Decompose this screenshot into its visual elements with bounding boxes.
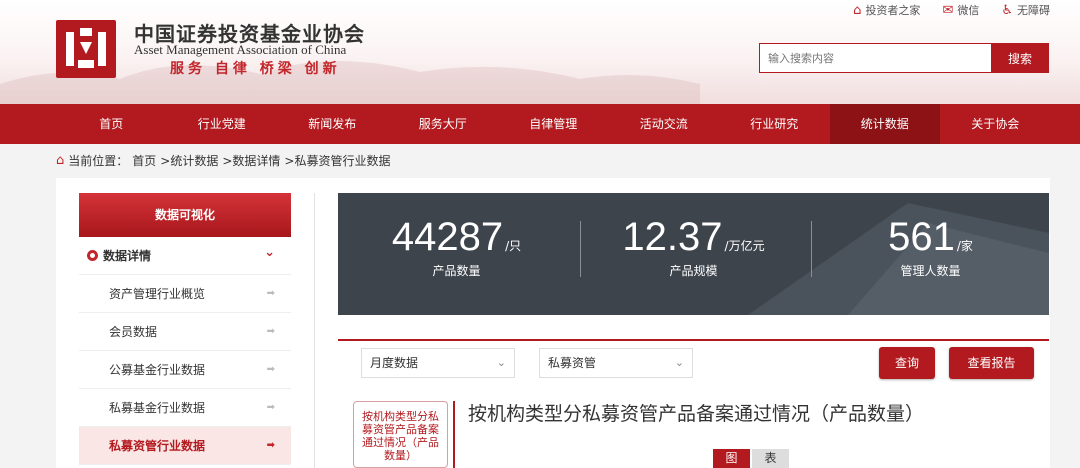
stats-banner: 44287/只 产品数量 12.37/万亿元 产品规模 561/家 管理人数量 (338, 193, 1049, 315)
chart-view-toggle[interactable]: 图 (713, 449, 750, 468)
wechat-link[interactable]: ✉ 微信 (942, 2, 979, 18)
stat-product-count: 44287/只 产品数量 (338, 215, 575, 279)
stat-label: 产品规模 (669, 264, 718, 278)
stat-label: 产品数量 (432, 264, 481, 278)
nav-item-self-regulation[interactable]: 自律管理 (498, 104, 609, 144)
table-view-toggle[interactable]: 表 (752, 449, 789, 468)
title-accent-bar (453, 401, 455, 468)
sidebar-item-label: 资产管理行业概览 (109, 287, 206, 301)
nav-item-home[interactable]: 首页 (56, 104, 167, 144)
nav-item-service-hall[interactable]: 服务大厅 (388, 104, 499, 144)
view-report-button[interactable]: 查看报告 (949, 347, 1034, 379)
chevron-down-icon: ⌄ (674, 356, 684, 369)
stat-value: 561 (888, 215, 955, 259)
circle-bullet-icon (87, 250, 98, 261)
chart-title: 按机构类型分私募资管产品备案通过情况（产品数量） (468, 403, 925, 425)
sidebar-section-data-detail[interactable]: 数据详情 ⌄ (79, 237, 291, 275)
wechat-icon: ✉ (942, 2, 954, 18)
chevron-down-icon: ⌄ (496, 356, 506, 369)
breadcrumb-data-detail[interactable]: >数据详情 (222, 152, 280, 169)
sidebar-item-label: 私募资管行业数据 (109, 439, 206, 453)
stat-product-scale: 12.37/万亿元 产品规模 (575, 215, 812, 279)
sidebar-item-member-data[interactable]: 会员数据 ➡ (79, 313, 291, 351)
sidebar-item-label: 会员数据 (109, 325, 158, 339)
nav-item-statistics[interactable]: 统计数据 (829, 104, 940, 144)
breadcrumb-statistics[interactable]: >统计数据 (160, 152, 218, 169)
accessibility-link[interactable]: ♿ 无障碍 (1001, 2, 1050, 18)
chevron-down-icon: ⌄ (264, 245, 275, 260)
sidebar-item-label: 私募基金行业数据 (109, 401, 206, 415)
org-slogan: 服务 自律 桥梁 创新 (170, 61, 341, 77)
arrow-right-icon: ➡ (266, 364, 275, 375)
search-button[interactable]: 搜索 (991, 43, 1049, 73)
top-links: ⌂ 投资者之家 ✉ 微信 ♿ 无障碍 (853, 2, 1050, 18)
accessibility-label: 无障碍 (1017, 4, 1050, 17)
sidebar-item-label: 公募基金行业数据 (109, 363, 206, 377)
home-icon: ⌂ (56, 153, 65, 168)
site-search: 搜索 (759, 43, 1049, 73)
stat-unit: /万亿元 (724, 239, 765, 253)
search-input[interactable] (759, 43, 991, 73)
nav-item-about[interactable]: 关于协会 (940, 104, 1051, 144)
sidebar-header[interactable]: 数据可视化 (79, 193, 291, 237)
breadcrumb: ⌂ 当前位置： 首页 >统计数据 >数据详情 >私募资管行业数据 (56, 152, 390, 169)
sidebar: 数据可视化 数据详情 ⌄ 资产管理行业概览 ➡ 会员数据 ➡ 公募基金行业数据 … (79, 193, 291, 465)
association-logo[interactable] (56, 20, 116, 78)
house-icon: ⌂ (853, 2, 862, 18)
section-divider (338, 339, 1049, 341)
sidebar-item-asset-overview[interactable]: 资产管理行业概览 ➡ (79, 275, 291, 313)
stat-value: 12.37 (622, 215, 723, 259)
stat-manager-count: 561/家 管理人数量 (812, 215, 1049, 279)
chart-tag[interactable]: 按机构类型分私募资管产品备案通过情况（产品数量） (353, 401, 448, 468)
category-select-value: 私募资管 (548, 356, 597, 370)
main-nav: 首页 行业党建 新闻发布 服务大厅 自律管理 活动交流 行业研究 统计数据 关于… (0, 104, 1080, 144)
nav-item-party-building[interactable]: 行业党建 (167, 104, 278, 144)
breadcrumb-prefix: 当前位置： (68, 154, 129, 168)
breadcrumb-home[interactable]: 首页 (132, 152, 156, 169)
category-select[interactable]: 私募资管 ⌄ (539, 348, 693, 378)
wechat-label: 微信 (957, 4, 980, 17)
org-name-en: Asset Management Association of China (134, 42, 347, 57)
investor-home-label: 投资者之家 (865, 4, 921, 17)
sidebar-section-label: 数据详情 (103, 249, 152, 263)
nav-item-events[interactable]: 活动交流 (609, 104, 720, 144)
sidebar-item-public-fund[interactable]: 公募基金行业数据 ➡ (79, 351, 291, 389)
stat-value: 44287 (391, 215, 504, 259)
period-select[interactable]: 月度数据 ⌄ (361, 348, 515, 378)
stat-unit: /只 (505, 239, 522, 253)
sidebar-item-private-asset-mgmt[interactable]: 私募资管行业数据 ➡ (79, 427, 291, 465)
breadcrumb-current: >私募资管行业数据 (284, 154, 391, 168)
arrow-right-icon: ➡ (266, 288, 275, 299)
investor-home-link[interactable]: ⌂ 投资者之家 (853, 2, 920, 18)
arrow-right-icon: ➡ (266, 402, 275, 413)
nav-item-news[interactable]: 新闻发布 (277, 104, 388, 144)
stat-unit: /家 (956, 239, 973, 253)
stat-label: 管理人数量 (900, 264, 961, 278)
period-select-value: 月度数据 (370, 356, 419, 370)
sidebar-divider (314, 193, 315, 468)
query-button[interactable]: 查询 (879, 347, 935, 379)
sidebar-item-private-fund[interactable]: 私募基金行业数据 ➡ (79, 389, 291, 427)
accessibility-icon: ♿ (1001, 2, 1013, 18)
arrow-right-icon: ➡ (266, 440, 275, 451)
site-header: 中国证券投资基金业协会 Asset Management Association… (0, 0, 1080, 104)
nav-item-research[interactable]: 行业研究 (719, 104, 830, 144)
arrow-right-icon: ➡ (266, 326, 275, 337)
